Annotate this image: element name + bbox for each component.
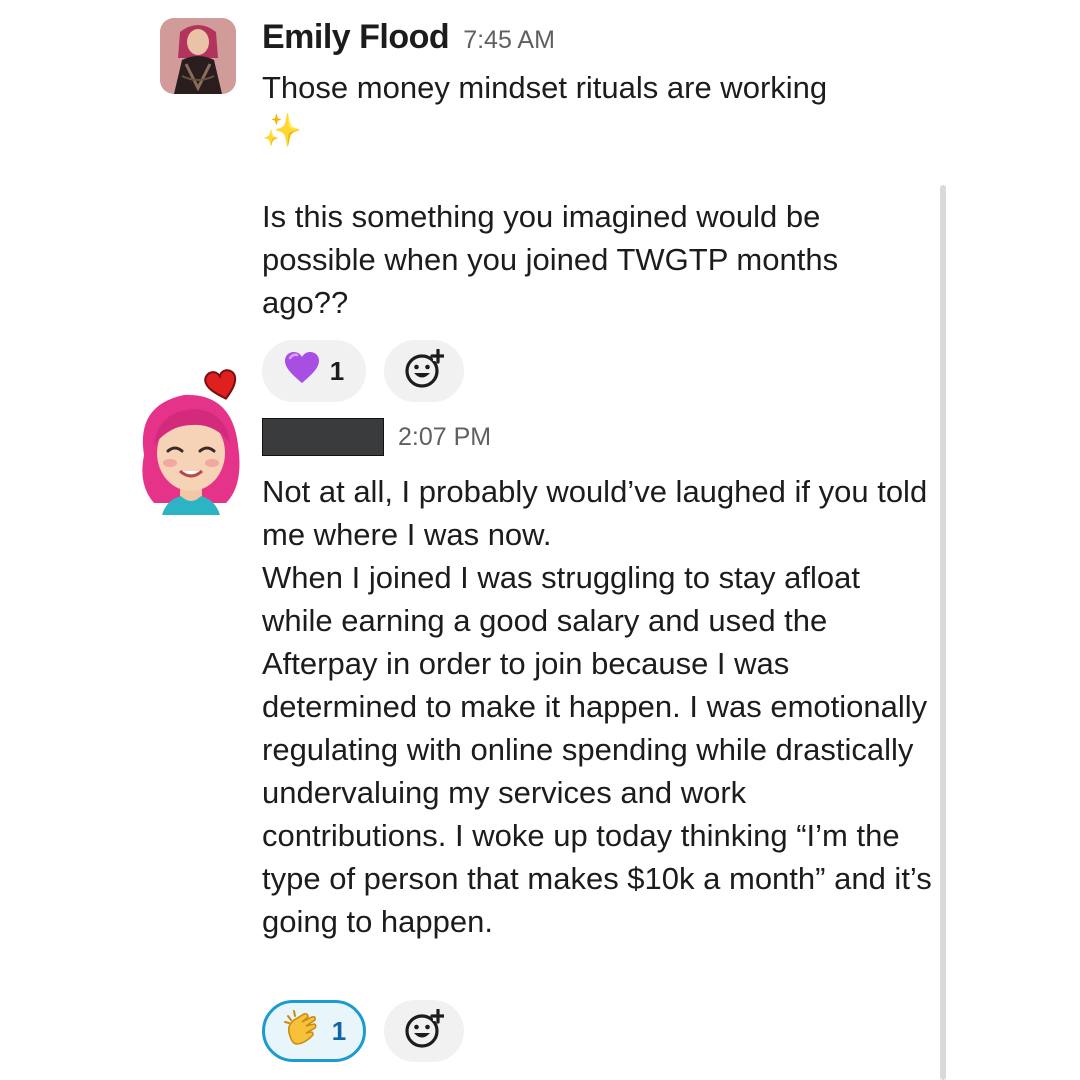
avatar[interactable]: [160, 18, 236, 94]
message-body: Those money mindset rituals are working …: [262, 66, 932, 324]
message-paragraph: Is this something you imagined would be …: [262, 199, 839, 320]
reaction-bar: 1: [262, 340, 464, 402]
sender-name[interactable]: Emily Flood: [262, 18, 450, 57]
chat-thread: Emily Flood 7:45 AM Those money mindset …: [0, 0, 1080, 1080]
add-emoji-icon: [404, 1007, 446, 1054]
message-body: Not at all, I probably would’ve laughed …: [262, 470, 932, 943]
clapping-hands-icon: [282, 1008, 322, 1055]
purple-heart-icon: [284, 351, 320, 392]
thread-scrollbar[interactable]: [940, 185, 946, 1080]
avatar[interactable]: [134, 365, 254, 515]
message-paragraph: When I joined I was struggling to stay a…: [262, 560, 932, 939]
reaction-bar: 1: [262, 1000, 464, 1062]
redacted-sender-name: [262, 418, 384, 456]
message-header: 2:07 PM: [262, 418, 491, 456]
add-emoji-icon: [404, 347, 446, 394]
timestamp[interactable]: 7:45 AM: [463, 26, 555, 55]
sparkles-emoji: ✨: [262, 112, 302, 148]
reaction-clapping-hands[interactable]: 1: [262, 1000, 366, 1062]
reaction-count: 1: [329, 355, 345, 386]
add-reaction-button[interactable]: [384, 1000, 464, 1062]
message-header: Emily Flood 7:45 AM: [262, 18, 555, 57]
add-reaction-button[interactable]: [384, 340, 464, 402]
reaction-count: 1: [331, 1015, 347, 1046]
message-paragraph: Not at all, I probably would’ve laughed …: [262, 474, 928, 552]
timestamp[interactable]: 2:07 PM: [398, 423, 491, 452]
message-paragraph: Those money mindset rituals are working: [262, 70, 828, 105]
reaction-purple-heart[interactable]: 1: [262, 340, 366, 402]
